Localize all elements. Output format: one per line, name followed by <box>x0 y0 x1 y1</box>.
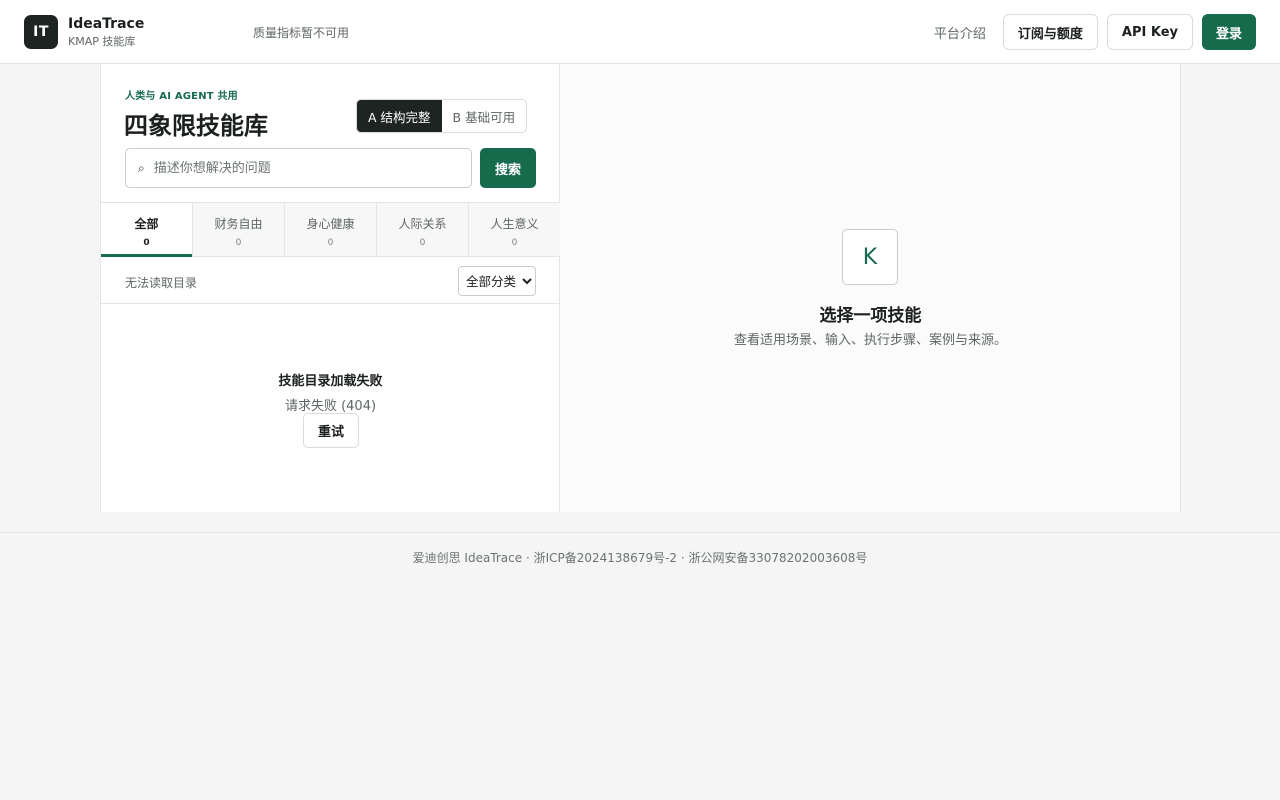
tab-count: 0 <box>143 238 150 248</box>
filter-row: 无法读取目录 全部分类 <box>101 257 560 304</box>
tab-label: 人际关系 <box>398 217 447 231</box>
skill-list-panel: 人类与 AI AGENT 共用 四象限技能库 A 结构完整 B 基础可用 ⌕ 搜… <box>100 64 560 512</box>
tab-finance[interactable]: 财务自由 0 <box>193 203 285 256</box>
tab-count: 0 <box>511 238 518 248</box>
brand-logo: IT <box>24 15 58 49</box>
tab-label: 身心健康 <box>306 217 355 231</box>
brand[interactable]: IT IdeaTrace KMAP 技能库 <box>24 15 144 49</box>
error-message: 请求失败 (404) <box>284 399 377 414</box>
brand-text: IdeaTrace KMAP 技能库 <box>68 16 144 48</box>
search-button[interactable]: 搜索 <box>480 148 536 188</box>
brand-name: IdeaTrace <box>68 16 145 32</box>
tab-health[interactable]: 身心健康 0 <box>285 203 377 256</box>
skill-placeholder-badge: K <box>842 229 898 285</box>
search-icon: ⌕ <box>138 160 145 175</box>
panel-kicker: 人类与 AI AGENT 共用 <box>125 91 238 102</box>
top-nav: 平台介绍 订阅与额度 API Key 登录 <box>934 14 1256 50</box>
login-button[interactable]: 登录 <box>1201 14 1256 50</box>
quality-note: 质量指标暂不可用 <box>253 26 350 40</box>
footer-text: 爱迪创思 IdeaTrace · 浙ICP备2024138679号-2 · 浙公… <box>412 551 868 565</box>
subscription-button[interactable]: 订阅与额度 <box>1002 14 1098 50</box>
page-title: 四象限技能库 <box>124 112 268 140</box>
quality-segment-control: A 结构完整 B 基础可用 <box>356 99 528 133</box>
category-select[interactable]: 全部分类 <box>458 266 536 296</box>
nav-link-intro[interactable]: 平台介绍 <box>934 23 986 42</box>
tab-meaning[interactable]: 人生意义 0 <box>469 203 560 256</box>
tab-relationships[interactable]: 人际关系 0 <box>377 203 469 256</box>
skill-detail-panel: K 选择一项技能 查看适用场景、输入、执行步骤、案例与来源。 <box>560 64 1181 512</box>
tab-count: 0 <box>235 238 242 248</box>
tab-all[interactable]: 全部 0 <box>101 203 193 257</box>
retry-button[interactable]: 重试 <box>303 413 359 448</box>
footer: 爱迪创思 IdeaTrace · 浙ICP备2024138679号-2 · 浙公… <box>0 532 1280 582</box>
tab-label: 人生意义 <box>490 217 539 231</box>
main-content: 人类与 AI AGENT 共用 四象限技能库 A 结构完整 B 基础可用 ⌕ 搜… <box>100 64 1181 512</box>
tab-label: 财务自由 <box>214 217 263 231</box>
top-header: IT IdeaTrace KMAP 技能库 质量指标暂不可用 平台介绍 订阅与额… <box>0 0 1280 64</box>
category-tabs: 全部 0 财务自由 0 身心健康 0 人际关系 0 人生意义 0 <box>101 202 560 257</box>
tab-label: 全部 <box>134 217 159 231</box>
tab-count: 0 <box>419 238 426 248</box>
brand-subtitle: KMAP 技能库 <box>68 34 136 48</box>
empty-state-title: 选择一项技能 <box>819 306 922 326</box>
error-title: 技能目录加载失败 <box>278 374 383 389</box>
api-key-button[interactable]: API Key <box>1106 14 1193 50</box>
empty-state-subtitle: 查看适用场景、输入、执行步骤、案例与来源。 <box>733 333 1007 348</box>
catalog-status: 无法读取目录 <box>125 276 198 290</box>
search-input[interactable] <box>153 160 444 176</box>
segment-a[interactable]: A 结构完整 <box>357 100 442 132</box>
segment-b[interactable]: B 基础可用 <box>441 100 527 132</box>
tab-count: 0 <box>327 238 334 248</box>
search-box: ⌕ <box>125 148 472 188</box>
